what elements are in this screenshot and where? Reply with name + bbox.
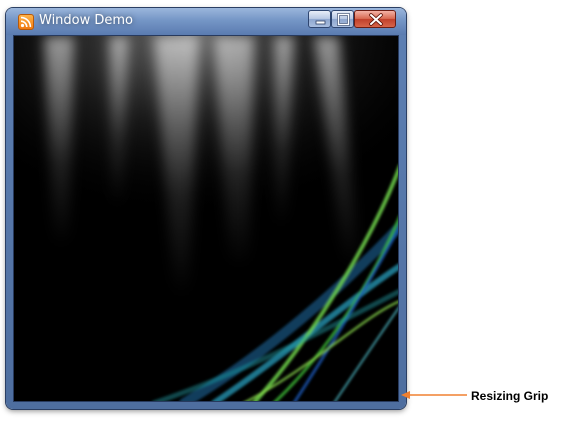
resizing-grip-label: Resizing Grip bbox=[471, 389, 549, 403]
resizing-grip-callout-arrow bbox=[401, 391, 467, 399]
